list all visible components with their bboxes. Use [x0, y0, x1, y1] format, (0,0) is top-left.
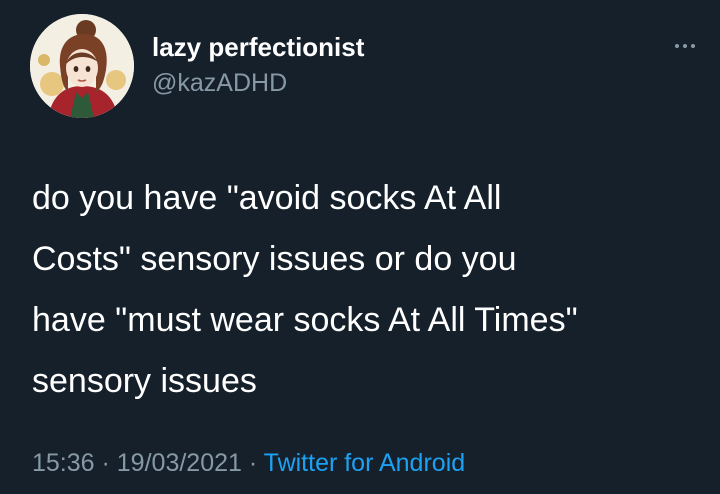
tweet-text-line: sensory issues	[32, 362, 257, 400]
tweet-meta: 15:36 · 19/03/2021 · Twitter for Android	[32, 449, 465, 478]
tweet-date[interactable]: 19/03/2021	[117, 449, 242, 477]
tweet-time[interactable]: 15:36	[32, 449, 95, 477]
tweet-text-line: do you have "avoid socks At All	[32, 179, 502, 217]
avatar[interactable]	[30, 14, 134, 118]
more-dot	[675, 44, 679, 48]
more-dot	[691, 44, 695, 48]
more-dot	[683, 44, 687, 48]
user-handle[interactable]: @kazADHD	[152, 69, 287, 98]
meta-separator: ·	[94, 449, 117, 477]
tweet-text-line: have "must wear socks At All Times"	[32, 301, 578, 339]
tweet-card: lazy perfectionist @kazADHD do you have …	[0, 0, 720, 494]
display-name[interactable]: lazy perfectionist	[152, 32, 364, 63]
tweet-source-link[interactable]: Twitter for Android	[264, 449, 465, 477]
more-horizontal-icon[interactable]	[668, 34, 702, 58]
tweet-text-line: Costs" sensory issues or do you	[32, 240, 517, 278]
tweet-text: do you have "avoid socks At All Costs" s…	[32, 168, 682, 412]
meta-separator: ·	[241, 449, 264, 477]
avatar-illustration	[30, 14, 134, 118]
